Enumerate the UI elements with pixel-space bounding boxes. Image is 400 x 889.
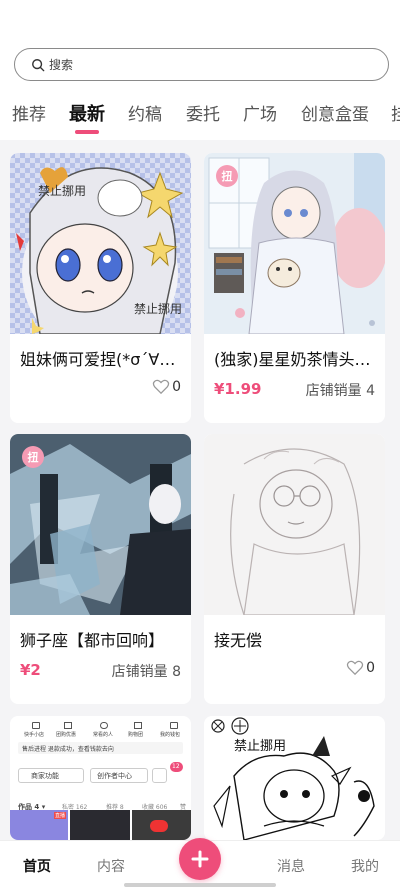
wallet-icon — [170, 722, 178, 729]
merchant-button: 商家功能 — [18, 768, 84, 783]
nav-profile[interactable]: 我的 — [351, 856, 379, 876]
creator-button: 创作者中心 — [90, 768, 148, 783]
tab-commission-request[interactable]: 约稿 — [128, 100, 162, 125]
nav-content[interactable]: 内容 — [97, 856, 125, 876]
store-sales: 店铺销量 8 — [111, 664, 181, 680]
shop-icon — [32, 722, 40, 729]
mini-thumb-detail — [150, 820, 168, 832]
live-tag-text: 直播 — [55, 813, 66, 819]
top-bar: 搜索 推荐 最新 约稿 委托 广场 创意盒蛋 挂 — [0, 0, 400, 140]
tab-latest[interactable]: 最新 — [69, 100, 105, 126]
watermark-text: 禁止挪用 — [134, 302, 182, 316]
tab-entrust[interactable]: 委托 — [186, 100, 220, 125]
plus-icon — [191, 850, 209, 868]
mini-label: 快手小店 — [24, 732, 45, 738]
heart-icon — [152, 379, 170, 395]
notification-count: 12 — [172, 763, 180, 770]
search-placeholder: 搜索 — [49, 58, 74, 72]
heart-icon — [346, 660, 364, 676]
mini-label: 常看的人 — [93, 732, 114, 738]
after-sale-text: 售后进程 退款成功，查看钱款去向 — [22, 746, 114, 753]
artwork-card[interactable]: 接无偿 0 — [204, 434, 385, 704]
twist-badge: 扭 — [216, 165, 238, 187]
card-title: (独家)星星奶茶情头… — [214, 350, 371, 369]
people-icon — [100, 722, 108, 729]
card-title: 接无偿 — [214, 631, 263, 650]
like-count: 0 — [366, 660, 375, 676]
card-price: ¥2 — [20, 661, 41, 679]
category-tabs: 推荐 最新 约稿 委托 广场 创意盒蛋 挂 — [0, 100, 400, 136]
mini-thumb — [70, 810, 130, 840]
card-price: ¥1.99 — [214, 380, 262, 398]
merchant-label: 商家功能 — [31, 772, 59, 780]
search-bar[interactable]: 搜索 — [14, 48, 389, 81]
nav-messages[interactable]: 消息 — [277, 856, 305, 876]
cart-icon — [134, 722, 142, 729]
tab-square[interactable]: 广场 — [243, 100, 277, 125]
live-tag: 直播 — [54, 812, 66, 819]
store-sales: 店铺销量 4 — [305, 383, 375, 399]
artwork-card[interactable]: 快手小店 团购优惠 常看的人 购物团 我的钱包 售后进程 退款成功，查看钱款去向… — [10, 716, 191, 840]
mini-label: 购物团 — [128, 732, 144, 738]
artwork-thumbnail: 禁止挪用 禁止挪用 — [10, 153, 191, 334]
twist-badge: 扭 — [22, 446, 44, 468]
coupon-icon — [64, 722, 72, 729]
nav-home[interactable]: 首页 — [23, 856, 51, 876]
like-button[interactable]: 0 — [346, 660, 375, 676]
search-icon — [32, 58, 45, 71]
artwork-card[interactable]: 扭 (独家)星星奶茶情头… ¥1.99 店铺销量 4 — [204, 153, 385, 423]
home-indicator — [124, 883, 276, 887]
artwork-thumbnail: 禁止挪用 — [204, 716, 385, 840]
like-count: 0 — [172, 379, 181, 395]
watermark-text: 禁止挪用 — [234, 739, 286, 754]
creator-label: 创作者中心 — [97, 772, 132, 780]
watermark-text: 禁止挪用 — [38, 184, 86, 198]
artwork-card[interactable]: 禁止挪用 — [204, 716, 385, 840]
active-tab-indicator — [75, 130, 99, 134]
like-button[interactable]: 0 — [152, 379, 181, 395]
tab-creative-box[interactable]: 创意盒蛋 — [301, 100, 369, 125]
artwork-thumbnail — [204, 434, 385, 615]
tab-more[interactable]: 挂 — [391, 100, 400, 125]
edit-icon — [152, 768, 167, 783]
card-title: 狮子座【都市回响】 — [20, 631, 165, 650]
card-title: 姐妹俩可爱捏(*σ´∀`)σ — [20, 350, 182, 369]
artwork-card[interactable]: 禁止挪用 禁止挪用 姐妹俩可爱捏(*σ´∀`)σ 0 — [10, 153, 191, 423]
after-sale-row: 售后进程 退款成功，查看钱款去向 — [18, 742, 183, 754]
artwork-card[interactable]: 扭 狮子座【都市回响】 ¥2 店铺销量 8 — [10, 434, 191, 704]
artwork-thumbnail: 快手小店 团购优惠 常看的人 购物团 我的钱包 售后进程 退款成功，查看钱款去向… — [10, 716, 191, 840]
mini-label: 团购优惠 — [56, 732, 77, 738]
mini-label: 我的钱包 — [160, 732, 181, 738]
tab-recommend[interactable]: 推荐 — [12, 100, 46, 125]
notification-badge: 12 — [170, 762, 183, 772]
create-button[interactable] — [179, 838, 221, 880]
